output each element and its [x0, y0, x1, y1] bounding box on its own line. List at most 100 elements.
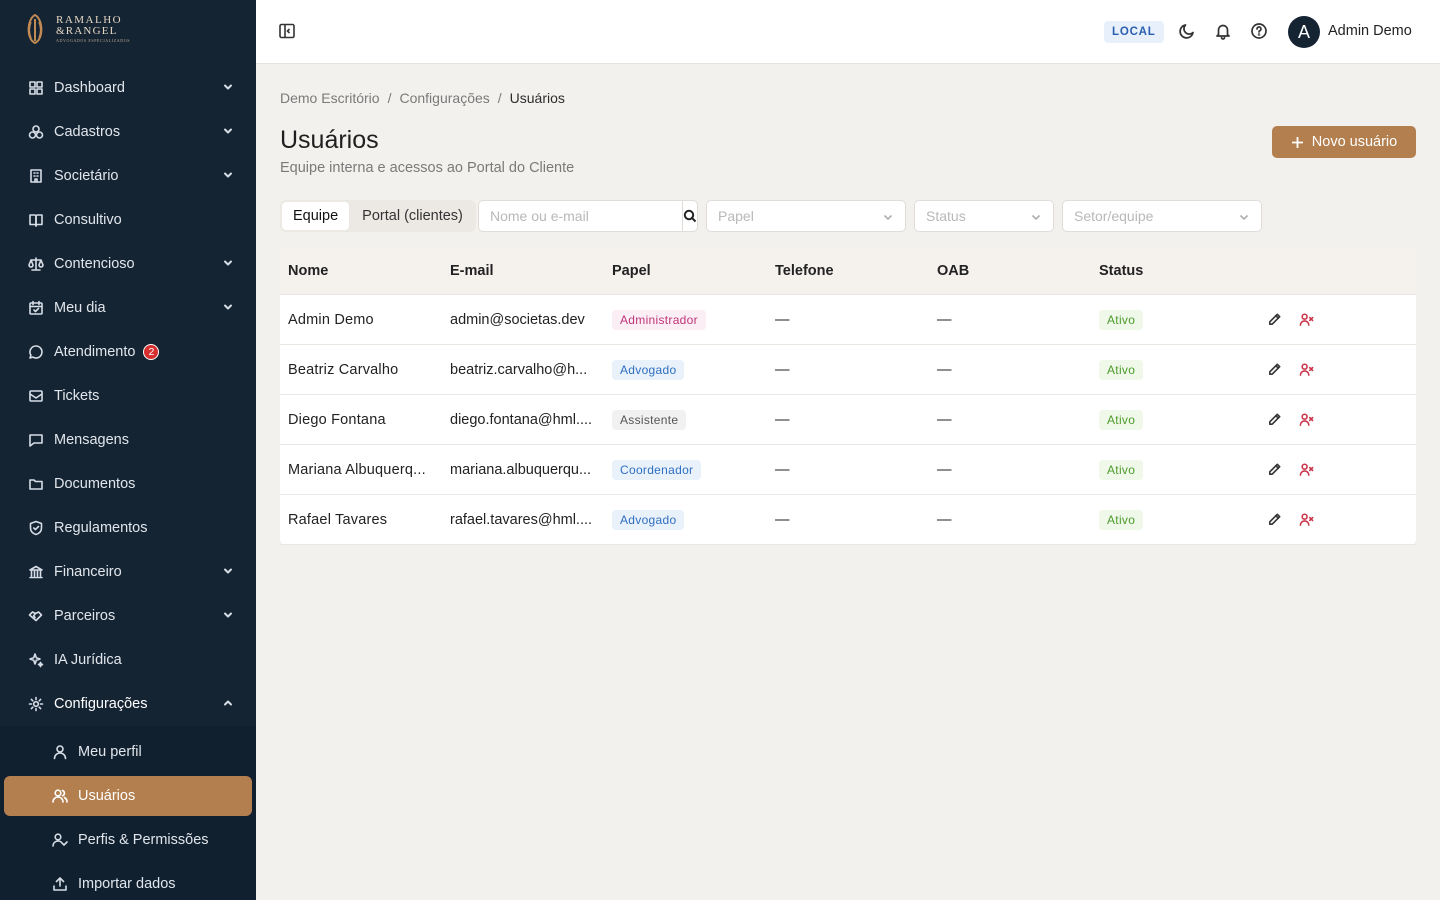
message-icon [28, 432, 44, 448]
user-status-cell: Ativo [1091, 509, 1253, 530]
search-icon [683, 209, 697, 223]
calendar-icon [28, 300, 44, 316]
logo-line-3: ADVOGADOS ESPECIALIZADOS [56, 38, 131, 43]
role-select[interactable]: Papel [706, 200, 906, 232]
folder-icon [28, 476, 44, 492]
user-status-cell: Ativo [1091, 309, 1253, 330]
remove-user-icon[interactable] [1299, 312, 1315, 328]
sidebar-item-label: Atendimento [54, 344, 136, 360]
sidebar-item-meu-dia[interactable]: Meu dia [0, 286, 256, 330]
column-header-status[interactable]: Status [1091, 263, 1253, 279]
column-header-oab[interactable]: OAB [929, 263, 1091, 279]
help-icon[interactable] [1250, 22, 1270, 42]
user-type-tabs: Equipe Portal (clientes) [280, 200, 476, 232]
building-icon [28, 168, 44, 184]
breadcrumb-separator: / [497, 90, 502, 106]
sidebar-item-label: Meu dia [54, 300, 106, 316]
user-name-cell[interactable]: Admin Demo [280, 312, 442, 328]
search-input[interactable] [479, 201, 682, 231]
table-row[interactable]: Beatriz Carvalho beatriz.carvalho@h... A… [280, 345, 1416, 395]
bell-icon[interactable] [1214, 22, 1234, 42]
sector-select[interactable]: Setor/equipe [1062, 200, 1262, 232]
user-status-cell: Ativo [1091, 359, 1253, 380]
user-name-cell[interactable]: Beatriz Carvalho [280, 362, 442, 378]
tab-portal-clientes[interactable]: Portal (clientes) [351, 202, 474, 230]
page-title: Usuários [280, 126, 379, 154]
sidebar-item-documentos[interactable]: Documentos [0, 462, 256, 506]
row-actions [1253, 412, 1416, 428]
user-name[interactable]: Admin Demo [1328, 23, 1412, 39]
main-nav: Dashboard Cadastros Societário Consultiv… [0, 66, 256, 900]
breadcrumb-item[interactable]: Configurações [399, 90, 489, 106]
user-phone-cell: — [775, 361, 790, 378]
table-row[interactable]: Mariana Albuquerq... mariana.albuquerqu.… [280, 445, 1416, 495]
status-select[interactable]: Status [914, 200, 1054, 232]
tab-equipe[interactable]: Equipe [282, 202, 350, 230]
sidebar-subitem-meu-perfil[interactable]: Meu perfil [0, 730, 256, 774]
user-phone-cell: — [775, 411, 790, 428]
sidebar-item-configuracoes[interactable]: Configurações [0, 682, 256, 726]
remove-user-icon[interactable] [1299, 362, 1315, 378]
user-icon [52, 744, 68, 760]
status-badge: Ativo [1099, 509, 1144, 530]
sidebar-item-regulamentos[interactable]: Regulamentos [0, 506, 256, 550]
row-actions [1253, 362, 1416, 378]
breadcrumb: Demo Escritório / Configurações / Usuári… [280, 90, 565, 106]
edit-icon[interactable] [1267, 462, 1283, 478]
edit-icon[interactable] [1267, 312, 1283, 328]
new-user-button-label: Novo usuário [1311, 134, 1398, 150]
user-role-cell: Assistente [604, 409, 767, 430]
breadcrumb-item[interactable]: Demo Escritório [280, 90, 380, 106]
avatar[interactable]: A [1288, 16, 1320, 48]
column-header-papel[interactable]: Papel [604, 263, 767, 279]
dark-mode-icon[interactable] [1178, 22, 1198, 42]
sidebar-item-mensagens[interactable]: Mensagens [0, 418, 256, 462]
sidebar-item-ia-juridica[interactable]: IA Jurídica [0, 638, 256, 682]
column-header-nome[interactable]: Nome [280, 263, 442, 279]
search-button[interactable] [682, 201, 697, 231]
sidebar-item-atendimento[interactable]: Atendimento 2 [0, 330, 256, 374]
sidebar-item-consultivo[interactable]: Consultivo [0, 198, 256, 242]
user-email-cell: rafael.tavares@hml.... [450, 511, 593, 528]
remove-user-icon[interactable] [1299, 512, 1315, 528]
search-box [478, 200, 698, 232]
table-row[interactable]: Rafael Tavares rafael.tavares@hml.... Ad… [280, 495, 1416, 545]
user-status-cell: Ativo [1091, 409, 1253, 430]
sidebar-item-parceiros[interactable]: Parceiros [0, 594, 256, 638]
edit-icon[interactable] [1267, 412, 1283, 428]
sidebar-subitem-importar-dados[interactable]: Importar dados [0, 862, 256, 900]
sidebar-item-cadastros[interactable]: Cadastros [0, 110, 256, 154]
environment-badge: LOCAL [1104, 21, 1164, 43]
user-name-cell[interactable]: Rafael Tavares [280, 512, 442, 528]
book-icon [28, 212, 44, 228]
table-row[interactable]: Diego Fontana diego.fontana@hml.... Assi… [280, 395, 1416, 445]
logo[interactable]: RAMALHO &RANGEL ADVOGADOS ESPECIALIZADOS [22, 12, 130, 46]
user-name-cell[interactable]: Mariana Albuquerq... [280, 462, 442, 478]
sidebar-subitem-perfis-permissoes[interactable]: Perfis & Permissões [0, 818, 256, 862]
row-actions [1253, 462, 1416, 478]
edit-icon[interactable] [1267, 362, 1283, 378]
user-name-cell[interactable]: Diego Fontana [280, 412, 442, 428]
status-badge: Ativo [1099, 359, 1144, 380]
upload-icon [52, 876, 68, 892]
sidebar-item-label: Cadastros [54, 124, 121, 140]
sidebar-item-financeiro[interactable]: Financeiro [0, 550, 256, 594]
chevron-down-icon [222, 169, 234, 181]
table-row[interactable]: Admin Demo admin@societas.dev Administra… [280, 295, 1416, 345]
sidebar-subitem-usuarios[interactable]: Usuários [4, 776, 252, 816]
sidebar-item-dashboard[interactable]: Dashboard [0, 66, 256, 110]
remove-user-icon[interactable] [1299, 412, 1315, 428]
edit-icon[interactable] [1267, 512, 1283, 528]
sidebar-item-contencioso[interactable]: Contencioso [0, 242, 256, 286]
user-phone-cell: — [775, 511, 790, 528]
remove-user-icon[interactable] [1299, 462, 1315, 478]
sidebar-subitem-label: Meu perfil [78, 744, 142, 760]
new-user-button[interactable]: Novo usuário [1272, 126, 1416, 158]
status-select-placeholder: Status [926, 208, 966, 224]
sidebar-toggle-icon[interactable] [278, 22, 298, 42]
column-header-email[interactable]: E-mail [442, 263, 604, 279]
column-header-telefone[interactable]: Telefone [767, 263, 929, 279]
sidebar-item-tickets[interactable]: Tickets [0, 374, 256, 418]
sidebar-item-societario[interactable]: Societário [0, 154, 256, 198]
user-check-icon [52, 832, 68, 848]
